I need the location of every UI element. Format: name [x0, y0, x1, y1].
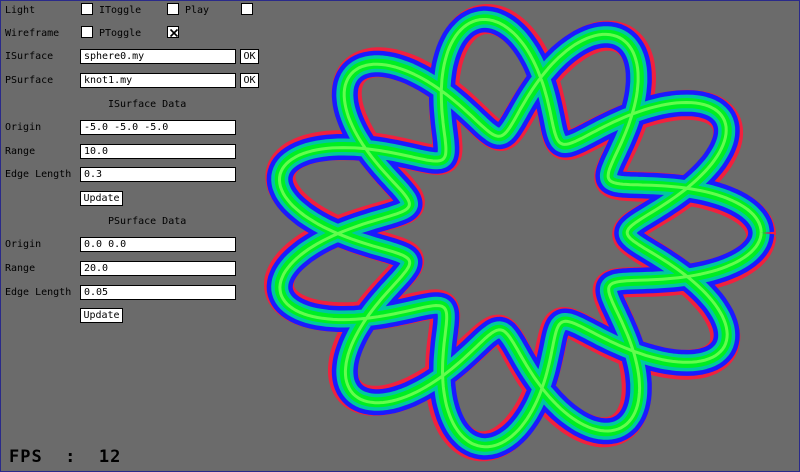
psurface-edge-input[interactable]: 0.05	[80, 285, 236, 300]
psurface-update-button[interactable]: Update	[80, 308, 123, 323]
psurface-file-input[interactable]: knot1.my	[80, 73, 236, 88]
psurface-data-header: PSurface Data	[108, 216, 187, 227]
x-mark-icon	[169, 28, 179, 38]
isurface-range-input[interactable]: 10.0	[80, 144, 236, 159]
psurface-range-label: Range	[5, 263, 36, 274]
wireframe-label: Wireframe	[5, 28, 60, 39]
ptoggle-label: PToggle	[99, 28, 142, 39]
psurface-range-input[interactable]: 20.0	[80, 261, 236, 276]
isurface-edge-input[interactable]: 0.3	[80, 167, 236, 182]
ptoggle-checkbox[interactable]	[167, 26, 179, 38]
isurface-file-input[interactable]: sphere0.my	[80, 49, 236, 64]
play-label: Play	[185, 5, 210, 16]
isurface-origin-label: Origin	[5, 122, 42, 133]
light-label: Light	[5, 5, 36, 16]
light-checkbox[interactable]	[81, 3, 93, 15]
psurface-origin-input[interactable]: 0.0 0.0	[80, 237, 236, 252]
psurface-origin-label: Origin	[5, 239, 42, 250]
isurface-data-header: ISurface Data	[108, 99, 187, 110]
render-viewport[interactable]	[233, 1, 799, 471]
isurface-origin-input[interactable]: -5.0 -5.0 -5.0	[80, 120, 236, 135]
isurface-edge-label: Edge Length	[5, 169, 72, 180]
wireframe-checkbox[interactable]	[81, 26, 93, 38]
app-window: Light IToggle Play Wireframe PToggle ISu…	[0, 0, 800, 472]
itoggle-checkbox[interactable]	[167, 3, 179, 15]
isurface-label: ISurface	[5, 51, 54, 62]
isurface-update-button[interactable]: Update	[80, 191, 123, 206]
psurface-edge-label: Edge Length	[5, 287, 72, 298]
fps-counter: FPS : 12	[9, 447, 122, 467]
knot-surface	[264, 4, 777, 462]
itoggle-label: IToggle	[99, 5, 142, 16]
psurface-label: PSurface	[5, 75, 54, 86]
isurface-range-label: Range	[5, 146, 36, 157]
